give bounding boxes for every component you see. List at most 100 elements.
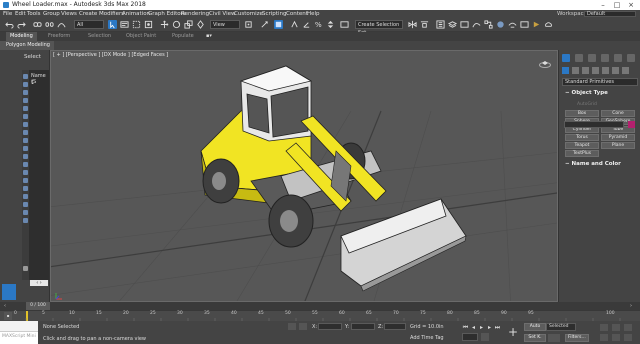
add-time-tag-button[interactable]: Add Time Tag <box>410 335 444 341</box>
selection-lock-icon[interactable] <box>299 323 307 330</box>
display-frozen-icon[interactable] <box>23 154 28 159</box>
render-in-cloud-icon[interactable] <box>544 20 553 29</box>
cone-button[interactable]: Cone <box>601 110 635 117</box>
menu-edit[interactable]: Edit <box>15 10 26 18</box>
rendered-frame-window-icon[interactable] <box>520 20 529 29</box>
display-invert-icon[interactable] <box>23 186 28 191</box>
angle-snap-icon[interactable] <box>302 20 311 29</box>
schematic-view-icon[interactable] <box>484 20 493 29</box>
tab-modeling[interactable]: Modeling <box>6 32 37 41</box>
pan-view-icon[interactable] <box>612 334 620 341</box>
object-color-swatch[interactable] <box>628 121 635 128</box>
render-production-icon[interactable] <box>532 20 541 29</box>
move-icon[interactable] <box>160 20 169 29</box>
scale-icon[interactable] <box>184 20 193 29</box>
field-of-view-icon[interactable] <box>600 334 608 341</box>
object-name-field[interactable] <box>564 121 624 128</box>
shapes-icon[interactable] <box>572 67 579 74</box>
hierarchy-tab-icon[interactable] <box>588 54 596 62</box>
current-frame-field[interactable] <box>462 333 478 341</box>
z-coordinate-field[interactable] <box>384 323 406 330</box>
rotate-icon[interactable] <box>172 20 181 29</box>
x-coordinate-field[interactable] <box>318 323 342 330</box>
material-editor-icon[interactable] <box>496 20 505 29</box>
wheel-loader-model[interactable] <box>181 61 481 301</box>
play-icon[interactable]: ▸ <box>478 324 485 331</box>
menu-scripting[interactable]: Scripting <box>262 10 286 18</box>
tab-freeform[interactable]: Freeform <box>48 32 70 41</box>
track-bar[interactable]: ▪ 0 5 10 15 20 25 30 35 40 45 50 55 60 6… <box>0 310 640 322</box>
key-filter-selection-dropdown[interactable]: Selected <box>546 323 576 331</box>
primitive-type-dropdown[interactable]: Standard Primitives <box>562 78 638 86</box>
menu-tools[interactable]: Tools <box>27 10 41 18</box>
display-xrefs-icon[interactable] <box>23 130 28 135</box>
time-slider-handle[interactable]: 0 / 100 <box>26 302 50 310</box>
menu-rendering[interactable]: Rendering <box>181 10 209 18</box>
toggle-layer-explorer-icon[interactable] <box>448 20 457 29</box>
set-key-button[interactable]: Set K. <box>524 334 546 342</box>
display-cameras-icon[interactable] <box>23 98 28 103</box>
autogrid-checkbox[interactable]: AutoGrid <box>577 102 597 107</box>
menu-content[interactable]: Content <box>286 10 308 18</box>
key-filters-button[interactable]: Filters... <box>565 334 589 342</box>
utilities-tab-icon[interactable] <box>627 54 635 62</box>
scene-explorer-select-menu[interactable]: Select <box>24 54 41 60</box>
tab-object-paint[interactable]: Object Paint <box>126 32 156 41</box>
link-icon[interactable] <box>33 20 42 29</box>
helpers-icon[interactable] <box>602 67 609 74</box>
pyramid-button[interactable]: Pyramid <box>601 134 635 141</box>
set-keys-icon[interactable] <box>548 334 560 342</box>
display-all-icon[interactable] <box>23 170 28 175</box>
maxscript-listener[interactable]: MAXScript Mini <box>0 321 38 344</box>
workspaces-dropdown[interactable]: Default <box>584 11 636 17</box>
menu-group[interactable]: Group <box>43 10 60 18</box>
scene-explorer-config-icon[interactable] <box>23 266 28 271</box>
edit-named-selection-icon[interactable] <box>340 20 349 29</box>
sync-selection-icon[interactable] <box>23 210 28 215</box>
display-space-warps-icon[interactable] <box>23 114 28 119</box>
y-coordinate-field[interactable] <box>351 323 375 330</box>
display-geometry-icon[interactable] <box>23 74 28 79</box>
tab-selection[interactable]: Selection <box>88 32 111 41</box>
display-shapes-icon[interactable] <box>23 82 28 87</box>
select-by-name-icon[interactable] <box>120 20 129 29</box>
next-frame-icon[interactable]: ▸ <box>486 324 493 331</box>
undo-icon[interactable] <box>5 20 14 29</box>
display-groups-icon[interactable] <box>23 122 28 127</box>
place-icon[interactable] <box>196 20 205 29</box>
menu-file[interactable]: File <box>3 10 12 18</box>
window-crossing-icon[interactable] <box>144 20 153 29</box>
cameras-icon[interactable] <box>592 67 599 74</box>
bind-space-warp-icon[interactable] <box>57 20 66 29</box>
list-item[interactable]: 1 <box>31 80 34 86</box>
display-helpers-icon[interactable] <box>23 106 28 111</box>
reference-coordinate-dropdown[interactable]: View <box>210 20 240 29</box>
redo-icon[interactable] <box>17 20 26 29</box>
name-and-color-rollout[interactable]: − Name and Color <box>562 160 638 168</box>
viewcube-icon[interactable] <box>539 57 551 69</box>
render-setup-icon[interactable] <box>508 20 517 29</box>
ribbon-panel-polygon-modeling[interactable]: Polygon Modeling <box>0 41 54 50</box>
menu-help[interactable]: Help <box>307 10 320 18</box>
space-warps-icon[interactable] <box>612 67 619 74</box>
display-containers-icon[interactable] <box>23 146 28 151</box>
plane-button[interactable]: Plane <box>601 142 635 149</box>
textplus-button[interactable]: TextPlus <box>565 150 599 157</box>
snaps-toggle-icon[interactable] <box>290 20 299 29</box>
display-influences-icon[interactable] <box>23 202 28 207</box>
time-slider-next-icon[interactable]: › <box>630 303 632 309</box>
rect-selection-icon[interactable] <box>132 20 141 29</box>
display-children-icon[interactable] <box>23 194 28 199</box>
pivot-center-icon[interactable] <box>244 20 253 29</box>
maximize-button[interactable]: □ <box>610 0 624 10</box>
go-to-start-icon[interactable]: ⏮ <box>462 324 469 331</box>
toggle-scene-explorer-icon[interactable] <box>436 20 445 29</box>
geometry-icon[interactable] <box>562 67 569 74</box>
previous-frame-icon[interactable]: ◂ <box>470 324 477 331</box>
time-slider[interactable]: 0 / 100 ‹ › <box>0 302 640 310</box>
maxscript-input[interactable] <box>0 321 38 332</box>
torus-button[interactable]: Torus <box>565 134 599 141</box>
time-configuration-icon[interactable] <box>481 333 489 341</box>
menu-civil-view[interactable]: Civil View <box>209 10 235 18</box>
align-icon[interactable] <box>420 20 429 29</box>
